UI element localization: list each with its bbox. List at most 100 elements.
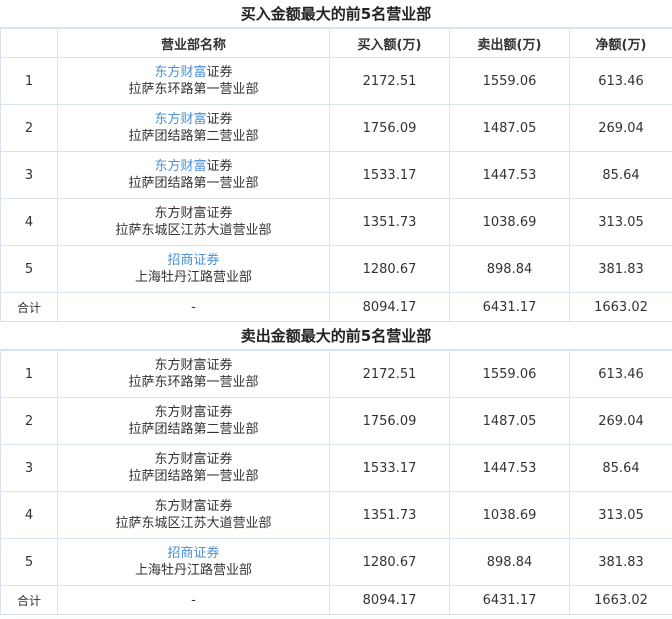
firm-name[interactable]: 东方财富证券 — [59, 451, 329, 468]
rank-cell: 3 — [0, 444, 58, 492]
branch-name-cell: 东方财富证券拉萨东城区江苏大道营业部 — [57, 198, 330, 246]
rank-cell: 2 — [0, 104, 58, 152]
branch-name: 上海牡丹江路营业部 — [134, 563, 252, 578]
table-row: 3 东方财富证券 拉萨团结路第一营业部 1533.17 1447.53 85.64 — [0, 151, 672, 199]
total-row: 合计 -8094.17 6431.17 1663.02 — [0, 292, 672, 322]
total-name-cell: - — [57, 585, 330, 615]
total-buy-cell: 8094.17 — [329, 585, 450, 615]
buy-amount-cell: 2172.51 — [329, 350, 450, 398]
table-row: 3 东方财富证券 拉萨团结路第一营业部 1533.17 1447.53 85.64 — [0, 444, 672, 492]
firm-name[interactable]: 东方财富证券 — [59, 404, 329, 421]
firm-name[interactable]: 东方财富证券 — [59, 158, 329, 175]
firm-name[interactable]: 东方财富证券 — [59, 205, 329, 222]
firm-name-link[interactable]: 招商证券 — [167, 253, 219, 268]
branch-name-cell: 招商证券上海牡丹江路营业部 — [57, 245, 330, 293]
branch-name: 拉萨团结路第一营业部 — [128, 176, 259, 191]
branch-name: 拉萨团结路第二营业部 — [128, 129, 259, 144]
rank-cell: 4 — [0, 198, 58, 246]
branch-name-cell: 东方财富证券拉萨东城区江苏大道营业部 — [57, 491, 330, 539]
rank-cell: 3 — [0, 151, 58, 199]
table-row: 5 招商证券 上海牡丹江路营业部 1280.67 898.84 381.83 — [0, 245, 672, 293]
header-row: 营业部名称 买入额(万) 卖出额(万) 净额(万) — [0, 28, 672, 58]
total-label: 合计 — [0, 292, 58, 322]
table-row: 2 东方财富证券 拉萨团结路第二营业部 1756.09 1487.05 269.04 — [0, 104, 672, 152]
total-buy-cell: 8094.17 — [329, 292, 450, 322]
branch-name: 拉萨东城区江苏大道营业部 — [115, 516, 272, 531]
sell-amount-cell: 1559.06 — [449, 57, 570, 105]
branch-name-cell: 东方财富证券 拉萨东环路第一营业部 — [57, 57, 330, 105]
net-amount-cell: 313.05 — [569, 198, 672, 246]
firm-name-suffix: 证券 — [206, 159, 233, 174]
net-amount-cell: 613.46 — [569, 350, 672, 398]
firm-name[interactable]: 东方财富证券 — [59, 64, 329, 81]
sell-section-title: 卖出金额最大的前5名营业部 — [0, 322, 672, 350]
buy-amount-cell: 1533.17 — [329, 151, 450, 199]
firm-name-link[interactable]: 招商证券 — [167, 546, 219, 561]
header-branch-name: 营业部名称 — [57, 28, 330, 58]
buy-amount-cell: 1756.09 — [329, 397, 450, 445]
firm-name-suffix: 东方财富证券 — [154, 499, 233, 514]
buy-amount-cell: 1280.67 — [329, 245, 450, 293]
firm-name-link[interactable]: 东方财富 — [154, 159, 206, 174]
table-row: 1 东方财富证券 拉萨东环路第一营业部 2172.51 1559.06 613.46 — [0, 350, 672, 398]
rank-cell: 2 — [0, 397, 58, 445]
rank-cell: 1 — [0, 57, 58, 105]
total-net-cell: 1663.02 — [569, 292, 672, 322]
sell-amount-cell: 1487.05 — [449, 397, 570, 445]
firm-name-link[interactable]: 东方财富 — [154, 65, 206, 80]
branch-name: 拉萨东环路第一营业部 — [128, 375, 259, 390]
buy-amount-cell: 1533.17 — [329, 444, 450, 492]
firm-name-suffix: 证券 — [206, 65, 233, 80]
sell-amount-cell: 1447.53 — [449, 444, 570, 492]
branch-name: 拉萨东环路第一营业部 — [128, 82, 259, 97]
branch-name-cell: 东方财富证券拉萨团结路第一营业部 — [57, 444, 330, 492]
net-amount-cell: 313.05 — [569, 491, 672, 539]
buy-amount-cell: 1351.73 — [329, 491, 450, 539]
total-name-cell: - — [57, 292, 330, 322]
total-row: 合计 -8094.17 6431.17 1663.02 — [0, 585, 672, 615]
branch-name: 拉萨东城区江苏大道营业部 — [115, 223, 272, 238]
buy-table: 营业部名称 买入额(万) 卖出额(万) 净额(万) 1 东方财富证券 拉萨东环路第一… — [0, 28, 672, 322]
firm-name[interactable]: 东方财富证券 — [59, 357, 329, 374]
firm-name[interactable]: 东方财富证券 — [59, 498, 329, 515]
buy-amount-cell: 2172.51 — [329, 57, 450, 105]
sell-amount-cell: 1038.69 — [449, 491, 570, 539]
sell-amount-cell: 1447.53 — [449, 151, 570, 199]
rank-cell: 5 — [0, 245, 58, 293]
firm-name[interactable]: 招商证券 — [59, 545, 329, 562]
net-amount-cell: 85.64 — [569, 151, 672, 199]
branch-name-cell: 招商证券上海牡丹江路营业部 — [57, 538, 330, 586]
firm-name-suffix: 东方财富证券 — [154, 452, 233, 467]
header-rank — [0, 28, 58, 58]
branch-name: 拉萨团结路第一营业部 — [128, 469, 259, 484]
rank-cell: 4 — [0, 491, 58, 539]
branch-name-cell: 东方财富证券 拉萨团结路第二营业部 — [57, 397, 330, 445]
table-row: 4 东方财富证券 拉萨东城区江苏大道营业部 1351.73 1038.69 313.05 — [0, 198, 672, 246]
firm-name-link[interactable]: 东方财富 — [154, 112, 206, 127]
branch-name-cell: 东方财富证券拉萨东环路第一营业部 — [57, 350, 330, 398]
net-amount-cell: 613.46 — [569, 57, 672, 105]
buy-section-title: 买入金额最大的前5名营业部 — [0, 0, 672, 28]
firm-name[interactable]: 东方财富证券 — [59, 111, 329, 128]
branch-name: 上海牡丹江路营业部 — [134, 270, 252, 285]
firm-name-suffix: 东方财富证券 — [154, 358, 233, 373]
total-sell-cell: 6431.17 — [449, 292, 570, 322]
rank-cell: 1 — [0, 350, 58, 398]
table-row: 2 东方财富证券 拉萨团结路第二营业部 1756.09 1487.05 269.04 — [0, 397, 672, 445]
firm-name-suffix: 东方财富证券 — [154, 206, 233, 221]
net-amount-cell: 269.04 — [569, 397, 672, 445]
header-sell-amount: 卖出额(万) — [449, 28, 570, 58]
firm-name[interactable]: 招商证券 — [59, 252, 329, 269]
header-net-amount: 净额(万) — [569, 28, 672, 58]
table-row: 4 东方财富证券 拉萨东城区江苏大道营业部 1351.73 1038.69 313.05 — [0, 491, 672, 539]
branch-name-cell: 东方财富证券 拉萨团结路第二营业部 — [57, 104, 330, 152]
net-amount-cell: 381.83 — [569, 538, 672, 586]
sell-table: 1 东方财富证券 拉萨东环路第一营业部 2172.51 1559.06 613.46 2 东方… — [0, 350, 672, 615]
total-label: 合计 — [0, 585, 58, 615]
firm-name-suffix: 证券 — [206, 112, 233, 127]
branch-name-cell: 东方财富证券 拉萨团结路第一营业部 — [57, 151, 330, 199]
table-row: 1 东方财富证券 拉萨东环路第一营业部 2172.51 1559.06 613.46 — [0, 57, 672, 105]
net-amount-cell: 269.04 — [569, 104, 672, 152]
header-buy-amount: 买入额(万) — [329, 28, 450, 58]
sell-amount-cell: 898.84 — [449, 538, 570, 586]
